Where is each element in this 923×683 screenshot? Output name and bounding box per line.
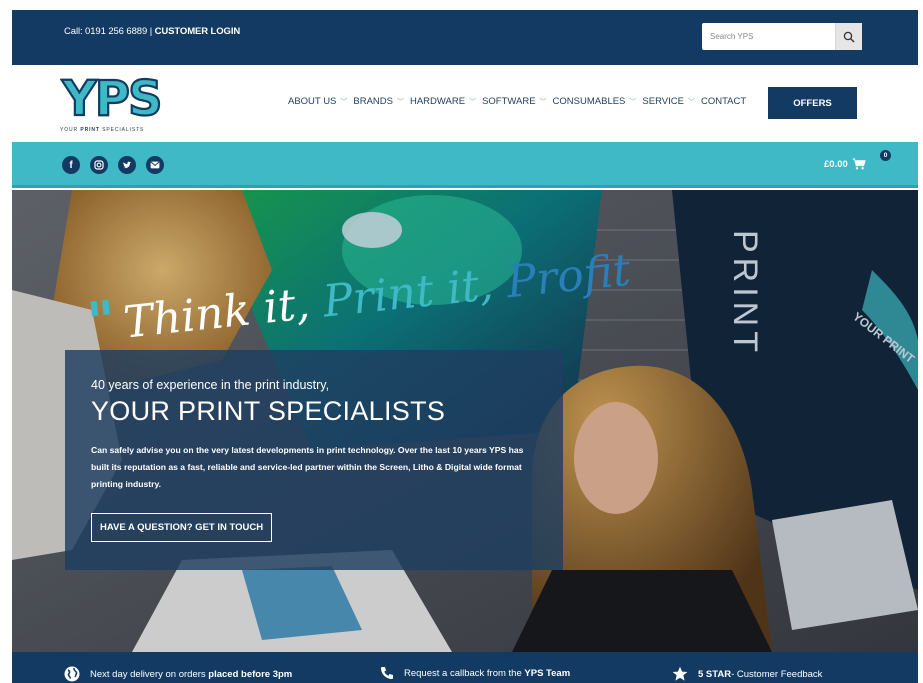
cart-icon <box>852 158 866 170</box>
feature-delivery-bold: placed before 3pm <box>208 668 293 680</box>
header: YPS YOUR PRINT SPECIALISTS ABOUT US ﹀ BRA… <box>12 65 918 142</box>
top-bar: Call: 0191 256 6889 | CUSTOMER LOGIN <box>12 10 918 65</box>
feature-reviews-text: - Customer Feedback <box>731 668 823 680</box>
chevron-down-icon: ﹀ <box>629 98 637 106</box>
phone-number[interactable]: Call: 0191 256 6889 <box>64 26 147 37</box>
nav-about-us[interactable]: ABOUT US ﹀ <box>288 96 347 107</box>
quote-mark-icon: " <box>84 287 119 355</box>
logo-tagline: YOUR PRINT SPECIALISTS <box>60 127 145 133</box>
yps-logo-mark: YPS <box>60 71 164 123</box>
search-button[interactable] <box>835 23 862 50</box>
social-bar: f £0.00 0 <box>12 142 918 188</box>
nav-software-label: SOFTWARE <box>482 96 536 107</box>
nav-brands[interactable]: BRANDS ﹀ <box>353 96 404 107</box>
twitter-icon[interactable] <box>118 156 136 174</box>
feature-callback[interactable]: Request a callback from the YPS Team <box>380 666 570 680</box>
nav-brands-label: BRANDS <box>353 96 393 107</box>
feature-callback-bold: YPS Team <box>524 667 571 679</box>
chevron-down-icon: ﹀ <box>340 98 348 106</box>
hero-kicker: 40 years of experience in the print indu… <box>91 378 330 392</box>
customer-login-link[interactable]: CUSTOMER LOGIN <box>155 26 241 37</box>
cart-total: £0.00 <box>824 158 848 170</box>
cart-button[interactable]: £0.00 0 <box>824 150 891 170</box>
facebook-icon[interactable]: f <box>62 156 80 174</box>
nav-about-us-label: ABOUT US <box>288 96 337 107</box>
feature-delivery-text: Next day delivery on orders <box>90 668 206 680</box>
feature-strip: Next day delivery on orders placed befor… <box>12 652 918 683</box>
nav-hardware[interactable]: HARDWARE ﹀ <box>410 96 476 107</box>
chevron-down-icon: ﹀ <box>687 98 695 106</box>
star-icon <box>672 666 688 681</box>
instagram-icon[interactable] <box>90 156 108 174</box>
search-box <box>702 23 862 50</box>
nav-service-label: SERVICE <box>642 96 684 107</box>
nav-software[interactable]: SOFTWARE ﹀ <box>482 96 546 107</box>
globe-icon <box>64 666 80 682</box>
feature-reviews-bold: 5 STAR <box>698 668 732 680</box>
page: Call: 0191 256 6889 | CUSTOMER LOGIN YPS… <box>0 0 923 683</box>
chevron-down-icon: ﹀ <box>469 98 477 106</box>
contact-line: Call: 0191 256 6889 | CUSTOMER LOGIN <box>64 26 240 37</box>
feature-callback-text: Request a callback from the <box>404 667 522 679</box>
hero-headline: YOUR PRINT SPECIALISTS <box>91 396 446 426</box>
hero-banner: PRINT YOUR PRINT "Think it, Print it, Pr… <box>12 190 918 652</box>
chevron-down-icon: ﹀ <box>396 98 404 106</box>
get-in-touch-button[interactable]: HAVE A QUESTION? GET IN TOUCH <box>91 513 273 542</box>
nav-consumables[interactable]: CONSUMABLES ﹀ <box>553 96 637 107</box>
feature-reviews: 5 STAR - Customer Feedback <box>672 666 822 682</box>
nav-contact-label: CONTACT <box>700 96 747 107</box>
svg-text:YPS: YPS <box>61 71 161 123</box>
tagline-profit: Profit <box>504 244 633 309</box>
yps-logo[interactable]: YPS YOUR PRINT SPECIALISTS <box>60 71 176 135</box>
search-icon <box>843 31 855 42</box>
offers-button[interactable]: OFFERS <box>768 87 857 119</box>
chevron-down-icon: ﹀ <box>539 98 547 106</box>
main-nav: ABOUT US ﹀ BRANDS ﹀ HARDWARE ﹀ SOFTWARE ﹀ CO… <box>288 96 752 107</box>
nav-hardware-label: HARDWARE <box>409 96 466 107</box>
nav-contact[interactable]: CONTACT <box>701 96 746 107</box>
feature-delivery: Next day delivery on orders placed befor… <box>64 666 292 682</box>
nav-service[interactable]: SERVICE ﹀ <box>642 96 695 107</box>
hero-info-panel: 40 years of experience in the print indu… <box>65 350 563 570</box>
phone-icon <box>381 667 393 679</box>
search-input[interactable] <box>702 23 835 50</box>
separator: | <box>149 26 153 37</box>
nav-consumables-label: CONSUMABLES <box>552 96 626 107</box>
email-icon[interactable] <box>146 156 164 174</box>
hero-body-text: Can safely advise you on the very latest… <box>91 445 524 489</box>
cart-count-badge: 0 <box>880 150 891 161</box>
social-links: f <box>62 156 164 174</box>
